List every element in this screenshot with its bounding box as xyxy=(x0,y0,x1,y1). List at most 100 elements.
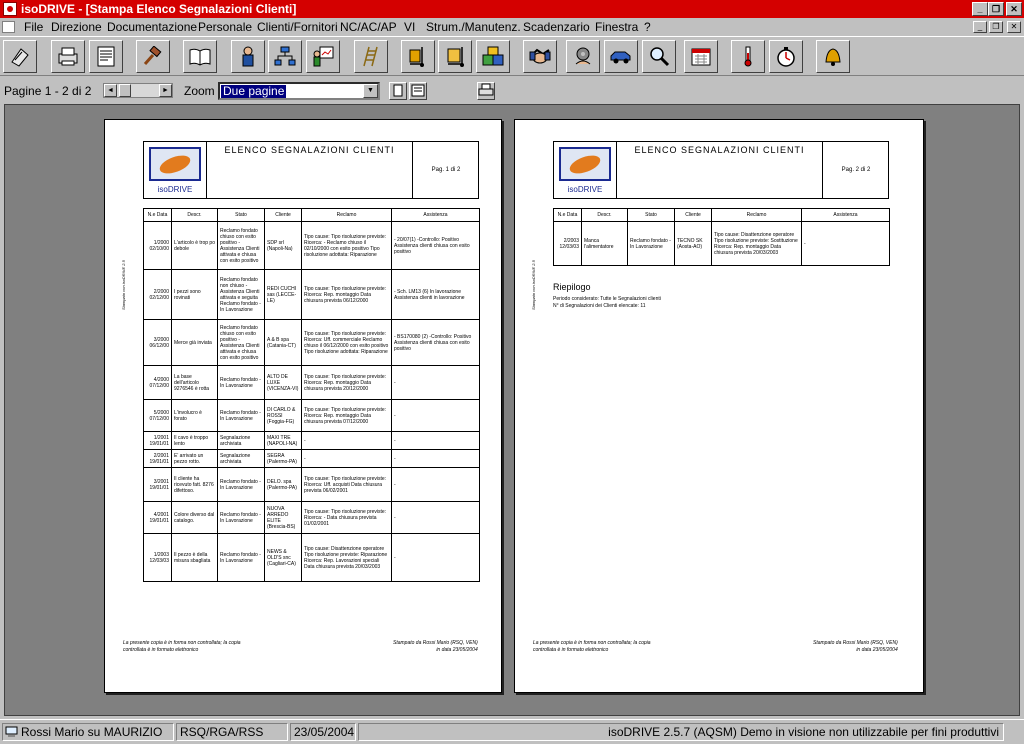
table-cell: Reclamo fondato - In Lavorazione xyxy=(627,221,675,266)
menu-help[interactable]: ? xyxy=(644,20,651,34)
menu-nc-ac-ap[interactable]: NC/AC/AP xyxy=(340,20,397,34)
table-cell: REDI CUCHI sas (LECCE-LE) xyxy=(264,269,302,320)
menu-clienti-fornitori[interactable]: Clienti/Fornitori xyxy=(257,20,338,34)
scroll-left-button[interactable]: ◄ xyxy=(104,84,117,97)
tb-gavel[interactable] xyxy=(136,40,170,73)
zoom-select[interactable]: Due pagine ▼ xyxy=(218,82,380,100)
menu-file[interactable]: File xyxy=(24,20,43,34)
row-date: 12/03/03 xyxy=(149,557,169,564)
table-cell: TECNO SK (Aosta-AO) xyxy=(674,221,712,266)
document-icon[interactable] xyxy=(2,21,15,33)
table-cell: Tipo cause: Tipo risoluzione previste: R… xyxy=(301,269,392,320)
table-cell: 2/2003 12/03/03 xyxy=(553,221,582,266)
table-cell: Il cavo è troppo lento xyxy=(171,431,218,450)
table-cell: L'articolo è trop po debole xyxy=(171,221,218,270)
col-header: N.e Data xyxy=(553,208,582,222)
minimize-button[interactable]: _ xyxy=(972,2,988,16)
fit-page-button[interactable] xyxy=(409,82,427,100)
tb-truck[interactable] xyxy=(401,40,435,73)
child-restore-button[interactable]: ❐ xyxy=(989,21,1003,33)
col-header: N.e Data xyxy=(143,208,172,222)
menu-strumenti[interactable]: Strum./Manutenz. xyxy=(426,20,521,34)
window-title: isoDRIVE - [Stampa Elenco Segnalazioni C… xyxy=(21,2,297,16)
tb-book[interactable] xyxy=(183,40,217,73)
table-cell: Colore diverso dal catalogo. xyxy=(171,501,218,534)
col-header: Reclamo xyxy=(711,208,802,222)
tb-flag[interactable] xyxy=(3,40,37,73)
col-header: Cliente xyxy=(674,208,712,222)
tb-print[interactable] xyxy=(51,40,85,73)
table-cell: 2/2000 02/12/00 xyxy=(143,269,172,320)
page-number: Pag. 1 di 2 xyxy=(431,167,461,173)
tb-car[interactable] xyxy=(604,40,638,73)
tb-ladder[interactable] xyxy=(354,40,388,73)
print-button[interactable] xyxy=(477,82,495,100)
tb-thermo[interactable] xyxy=(731,40,765,73)
menu-documentazione[interactable]: Documentazione xyxy=(107,20,197,34)
tb-person[interactable] xyxy=(231,40,265,73)
side-watermark: Stampato con isoDRIVE 2.5 xyxy=(531,260,536,310)
table-cell: DELO. spa (Palermo-PA) xyxy=(264,467,302,502)
row-date: 06/12/00 xyxy=(149,342,169,349)
table-cell: NEWS & OLD'S snc (Cagliari-CA) xyxy=(264,533,302,582)
tb-handshake[interactable] xyxy=(523,40,557,73)
scroll-right-button[interactable]: ► xyxy=(159,84,172,97)
tb-boxes[interactable] xyxy=(476,40,510,73)
row-date: 07/12/00 xyxy=(149,382,169,389)
table-cell: SDP srl (Napoli-Na) xyxy=(264,221,302,270)
row-date: 12/03/03 xyxy=(559,243,579,250)
child-close-button[interactable]: ✕ xyxy=(1007,21,1021,33)
menu-personale[interactable]: Personale xyxy=(198,20,252,34)
single-page-button[interactable] xyxy=(389,82,407,100)
tb-presenter[interactable] xyxy=(306,40,340,73)
menu-finestra[interactable]: Finestra xyxy=(595,20,638,34)
footer-right: Stampato da Rossi Mario (RSQ, VEN) in dat… xyxy=(813,640,898,653)
car-icon xyxy=(610,51,631,64)
app-icon[interactable] xyxy=(3,2,17,16)
table-cell: Manca l'alimentatore xyxy=(581,221,628,266)
document-icon xyxy=(97,46,115,67)
report-table: N.e Data Descr. Stato Cliente Reclamo As… xyxy=(553,208,890,266)
table-cell: Il pezzo è della misura sbagliata xyxy=(171,533,218,582)
table-cell: - xyxy=(391,431,480,450)
tb-search[interactable] xyxy=(642,40,676,73)
table-cell: Tipo cause: Disattenzione operatore Tipo… xyxy=(301,533,392,582)
tb-gear[interactable] xyxy=(566,40,600,73)
table-cell: 5/2000 07/12/00 xyxy=(143,399,172,432)
restore-button[interactable]: ❐ xyxy=(988,2,1004,16)
tb-document[interactable] xyxy=(89,40,123,73)
menu-vi[interactable]: VI xyxy=(404,20,415,34)
menu-direzione[interactable]: Direzione xyxy=(51,20,102,34)
child-minimize-button[interactable]: _ xyxy=(973,21,987,33)
table-cell: Reclamo fondato chiuso con esito positiv… xyxy=(217,319,265,366)
close-button[interactable]: ✕ xyxy=(1006,2,1022,16)
tb-bell[interactable] xyxy=(816,40,850,73)
magnifier-icon xyxy=(650,47,670,67)
tb-calendar[interactable] xyxy=(684,40,718,73)
page-scrollbar[interactable]: ◄ ► xyxy=(103,83,173,98)
tb-org[interactable] xyxy=(268,40,302,73)
table-row: 2/2001 19/01/01 E' arrivato un pezzo rotto… xyxy=(143,449,480,468)
menu-scadenzario[interactable]: Scadenzario xyxy=(523,20,590,34)
row-date: 19/01/01 xyxy=(149,484,169,491)
col-header: Reclamo xyxy=(301,208,392,222)
table-cell: Segnalazione archiviata xyxy=(217,449,265,468)
table-cell: MAXI TRE (NAPOLI-NA) xyxy=(264,431,302,450)
tb-crate[interactable] xyxy=(438,40,472,73)
table-cell: Reclamo fondato non chiuso - Assistenza … xyxy=(217,269,265,320)
table-cell: - xyxy=(391,365,480,400)
table-cell: 1/2000 02/10/00 xyxy=(143,221,172,270)
footer-left: La presente copia è in forma non control… xyxy=(123,640,241,653)
scroll-thumb[interactable] xyxy=(119,84,131,97)
chevron-down-icon[interactable]: ▼ xyxy=(363,84,378,98)
stopwatch-icon xyxy=(777,47,795,67)
bell-icon xyxy=(825,48,841,66)
col-header: Stato xyxy=(217,208,265,222)
col-header: Descr. xyxy=(171,208,218,222)
table-cell: L'involucro è forato xyxy=(171,399,218,432)
row-date: 19/01/01 xyxy=(149,458,169,465)
tb-stopwatch[interactable] xyxy=(769,40,803,73)
table-cell: 1/2003 12/03/03 xyxy=(143,533,172,582)
single-page-icon xyxy=(393,84,403,97)
table-cell: - xyxy=(391,449,480,468)
